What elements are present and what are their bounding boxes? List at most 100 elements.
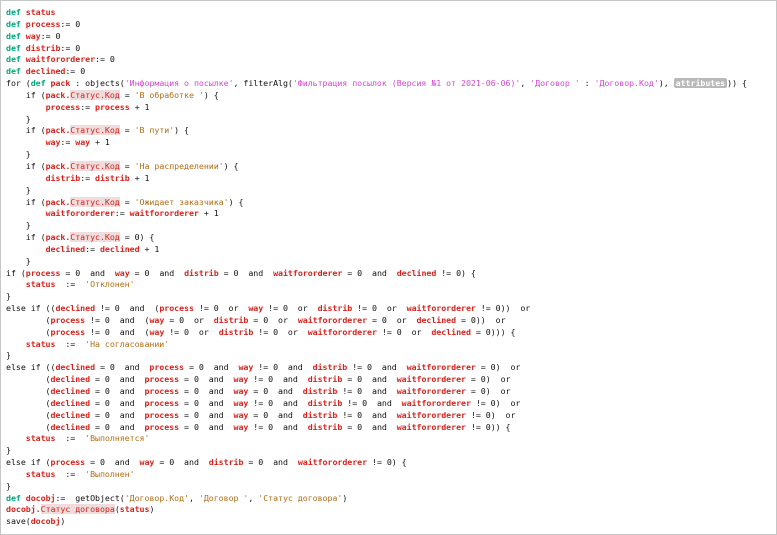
code-token: = 0 and [184, 362, 239, 373]
code-editor[interactable]: def status def process:= 0 def way:= 0 def … [0, 0, 777, 535]
code-line[interactable]: } [6, 350, 776, 362]
code-token: = 0) { [119, 232, 155, 243]
code-token: = 0 or [367, 314, 417, 325]
code-token: distrib [312, 362, 348, 373]
code-line[interactable]: docobj.Статус договора(status) [6, 504, 776, 516]
code-line[interactable]: (declined = 0 and process = 0 and way !=… [6, 398, 776, 410]
code-token: + 1 [139, 243, 160, 254]
code-token: = 0 and [248, 386, 303, 396]
code-line[interactable]: } [6, 220, 776, 232]
code-token: way [75, 137, 91, 148]
code-line[interactable]: if (pack.Статус.Код = 'На распределении'… [6, 160, 776, 173]
code-line[interactable]: for (def pack : objects('Информация о по… [6, 78, 776, 90]
code-line[interactable]: def docobj:= getObject('Договор.Код', 'Д… [6, 493, 776, 505]
code-token: = 0 and [90, 421, 145, 432]
code-token: status [25, 468, 56, 479]
code-line[interactable]: if (pack.Статус.Код = 'Ожидает заказчика… [6, 196, 776, 209]
code-token: def [6, 42, 21, 53]
code-token: save( [6, 516, 31, 527]
code-token: def [6, 66, 21, 77]
code-line[interactable]: if (pack.Статус.Код = 'В обработке ') { [6, 89, 776, 102]
code-line[interactable]: declined:= declined + 1 [6, 244, 776, 256]
code-token: } [6, 149, 31, 160]
code-line[interactable]: } [6, 149, 776, 161]
code-line[interactable]: } [6, 291, 776, 303]
code-token: distrib [307, 397, 343, 408]
code-token: waitfororderer [273, 267, 343, 278]
code-token: ), [658, 78, 674, 89]
code-line[interactable]: } [6, 445, 776, 457]
code-token: status [25, 279, 56, 290]
code-line[interactable]: else if (process = 0 and way = 0 and dis… [6, 457, 776, 469]
code-line[interactable]: (declined = 0 and process = 0 and way !=… [6, 422, 776, 434]
code-line[interactable]: waitfororderer:= waitfororderer + 1 [6, 208, 776, 220]
code-line[interactable]: (declined = 0 and process = 0 and way !=… [6, 374, 776, 386]
code-line[interactable]: else if ((declined != 0 and (process != … [6, 303, 776, 315]
code-token: distrib [302, 409, 338, 420]
code-token: way [233, 421, 249, 432]
code-line[interactable]: process:= process + 1 [6, 102, 776, 114]
code-line[interactable]: } [6, 256, 776, 268]
code-line[interactable]: } [6, 185, 776, 197]
code-token: := [55, 468, 86, 479]
code-token: ) { [203, 89, 219, 100]
code-line[interactable]: } [6, 481, 776, 493]
code-token: = 0 and [179, 386, 234, 396]
code-line[interactable]: status := 'Выполнен' [6, 469, 776, 481]
code-token: way [25, 30, 41, 41]
code-line[interactable]: distrib:= distrib + 1 [6, 173, 776, 185]
code-line[interactable]: (process != 0 and (way != 0 or distrib !… [6, 327, 776, 339]
code-token: := [55, 279, 86, 290]
code-token: way [45, 137, 61, 148]
code-token: process [144, 397, 180, 408]
code-token: != 0 and [337, 409, 397, 420]
code-token: = 0 or [164, 314, 214, 325]
code-token: := [55, 492, 71, 503]
code-line[interactable]: if (pack.Статус.Код = 'В пути') { [6, 125, 776, 137]
code-token[interactable]: attributes [673, 78, 728, 89]
code-token: way [149, 326, 165, 337]
code-token: 'Ожидает заказчика' [134, 196, 229, 207]
code-token: = 0 and [179, 409, 234, 420]
code-token: process [144, 386, 180, 396]
code-token: = 0) or [465, 374, 511, 385]
code-token: ( [6, 421, 51, 432]
code-line[interactable]: status := 'Отклонен' [6, 279, 776, 291]
code-line[interactable]: if (pack.Статус.Код = 0) { [6, 232, 776, 244]
code-line[interactable]: def declined:= 0 [6, 66, 776, 78]
code-line[interactable]: status := 'На согласовании' [6, 339, 776, 351]
code-token: != 0) { [436, 267, 476, 278]
code-line[interactable]: else if ((declined = 0 and process = 0 a… [6, 362, 776, 374]
code-line[interactable]: def distrib:= 0 [6, 43, 776, 55]
code-token: != 0 and [248, 374, 308, 385]
code-line[interactable]: def status [6, 7, 776, 19]
code-token: )) { [727, 78, 747, 89]
code-line[interactable]: def way:= 0 [6, 31, 776, 43]
code-token: docobj. [6, 504, 41, 515]
code-area[interactable]: def status def process:= 0 def way:= 0 def … [6, 7, 776, 528]
code-line[interactable]: def waitfororderer:= 0 [6, 54, 776, 66]
code-token: := [55, 433, 86, 444]
code-line[interactable]: (declined = 0 and process = 0 and way = … [6, 410, 776, 422]
code-token: 'Выполнен' [85, 468, 135, 479]
code-token: distrib [218, 326, 254, 337]
code-token: = 0 and [95, 362, 150, 373]
code-token: way [238, 362, 254, 373]
code-line[interactable]: if (process = 0 and way = 0 and distrib … [6, 268, 776, 280]
code-token: != 0 and [248, 421, 308, 432]
code-line[interactable]: status := 'Выполняется' [6, 433, 776, 445]
code-token: 'Договор ' [198, 492, 249, 503]
code-line[interactable]: (process != 0 and (way = 0 or distrib = … [6, 315, 776, 327]
code-line[interactable]: save(docobj) [6, 516, 776, 528]
code-line[interactable]: (declined = 0 and process = 0 and way = … [6, 386, 776, 398]
code-line[interactable]: way:= way + 1 [6, 137, 776, 149]
code-line[interactable]: } [6, 114, 776, 126]
code-token: else if ( [6, 457, 51, 468]
code-token: declined [45, 243, 86, 254]
code-token: := [60, 137, 76, 148]
code-token: , [520, 78, 531, 89]
code-line[interactable]: def process:= 0 [6, 19, 776, 31]
code-token: way [149, 314, 165, 325]
code-token: } [6, 350, 11, 361]
